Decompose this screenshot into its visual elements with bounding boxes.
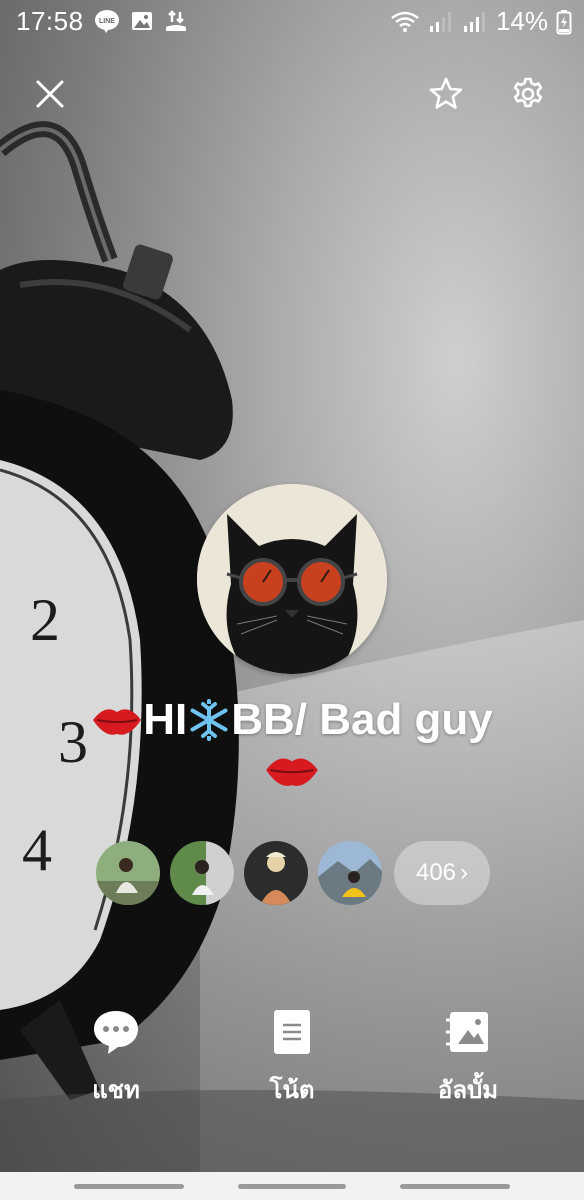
friend-photo — [170, 841, 234, 905]
friends-strip: 406 › — [96, 840, 490, 906]
transfer-icon — [166, 10, 186, 31]
chat-bubble-icon — [94, 1011, 138, 1054]
friends-count: 406 — [415, 859, 457, 886]
settings-button[interactable] — [504, 70, 552, 118]
nav-recents-pill[interactable] — [400, 1184, 510, 1189]
battery-percentage: 14% — [495, 6, 548, 36]
close-icon — [36, 80, 64, 108]
album-label: อัลบั้ม — [437, 1077, 499, 1104]
signal-icon — [463, 11, 485, 32]
close-button[interactable] — [26, 70, 74, 118]
system-nav-bar — [0, 1172, 584, 1200]
note-action[interactable]: โน้ต — [232, 1008, 352, 1109]
profile-actions: แชท โน้ต อัลบั้ม — [0, 1008, 584, 1108]
battery-charging-icon — [556, 9, 572, 34]
status-bar: 17:58 LINE 14% — [0, 0, 584, 44]
name-part-2: BB/ Bad guy — [231, 695, 493, 744]
album-icon — [446, 1012, 488, 1052]
svg-text:2: 2 — [30, 587, 60, 653]
status-right-icons: 14% — [390, 6, 572, 37]
gallery-icon — [132, 12, 152, 30]
cat-avatar-image — [197, 484, 387, 674]
svg-text:LINE: LINE — [99, 18, 115, 25]
nav-home-pill[interactable] — [238, 1184, 346, 1189]
snowflake-icon — [190, 699, 228, 741]
svg-text:4: 4 — [22, 817, 52, 883]
note-label: โน้ต — [269, 1077, 315, 1104]
top-bar — [0, 70, 584, 120]
notification-icons: LINE — [94, 9, 188, 33]
gear-icon — [513, 77, 543, 108]
friend-avatar[interactable] — [318, 841, 382, 905]
friend-photo — [244, 841, 308, 905]
favorite-button[interactable] — [422, 70, 470, 118]
profile-name: HI BB/ Bad guy — [0, 692, 584, 806]
signal-icon — [429, 11, 451, 32]
friend-avatar[interactable] — [96, 841, 160, 905]
profile-screen: 2 3 4 17:58 LINE 14% HI BB/ Bad guy 406 … — [0, 0, 584, 1200]
lips-icon — [93, 709, 142, 735]
chat-label: แชท — [92, 1077, 140, 1104]
name-second-line — [0, 748, 584, 806]
wifi-icon — [391, 11, 419, 32]
chevron-right-icon: › — [460, 859, 469, 886]
name-part-1: HI — [143, 695, 188, 744]
lips-icon — [266, 758, 318, 786]
nav-back-pill[interactable] — [74, 1184, 184, 1189]
friends-count-button[interactable]: 406 › — [394, 841, 490, 905]
album-action[interactable]: อัลบั้ม — [408, 1008, 528, 1109]
friend-avatar[interactable] — [170, 841, 234, 905]
friend-avatar[interactable] — [244, 841, 308, 905]
friend-photo — [318, 841, 382, 905]
star-icon — [429, 77, 463, 109]
profile-avatar[interactable] — [197, 484, 387, 674]
chat-action[interactable]: แชท — [56, 1008, 176, 1109]
line-icon: LINE — [95, 10, 119, 33]
status-time: 17:58 — [16, 6, 84, 36]
note-icon — [274, 1010, 310, 1054]
friend-photo — [96, 841, 160, 905]
